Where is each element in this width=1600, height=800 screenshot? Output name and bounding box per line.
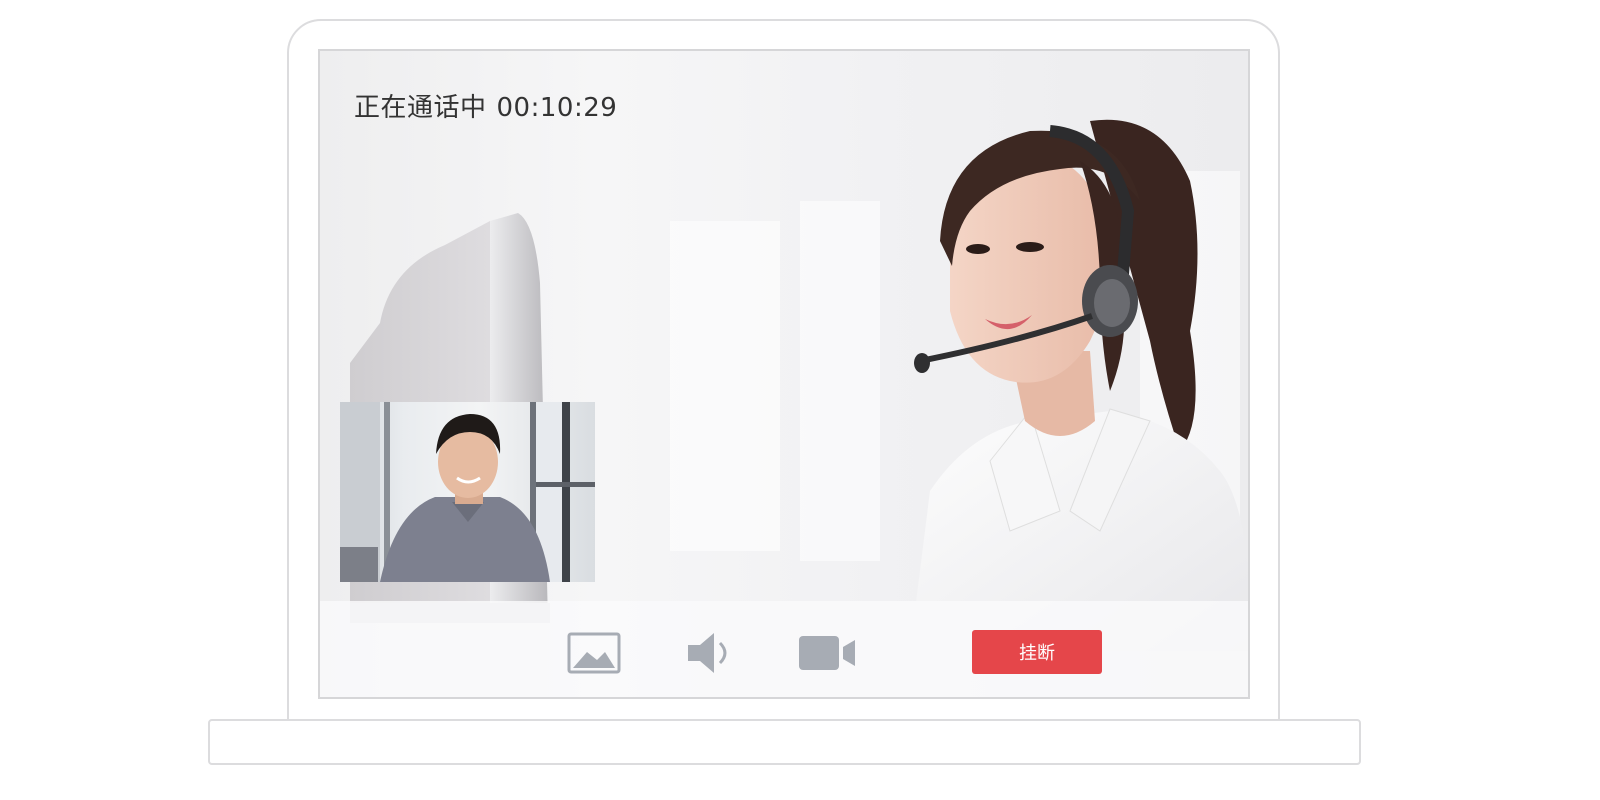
laptop-base [208, 719, 1361, 765]
hangup-button[interactable]: 挂断 [972, 630, 1102, 674]
video-call-screen: 正在通话中 00:10:29 挂断 [318, 49, 1250, 699]
call-duration: 00:10:29 [496, 93, 618, 123]
speaker-icon[interactable] [686, 631, 734, 675]
self-view-video[interactable] [340, 402, 595, 582]
caller-video-image [340, 402, 595, 582]
call-status-text: 正在通话中 00:10:29 [354, 87, 627, 124]
call-status-label: 正在通话中 [354, 93, 487, 123]
image-icon[interactable] [567, 631, 621, 675]
video-camera-icon[interactable] [799, 631, 855, 675]
background-window [670, 221, 780, 551]
agent-video-image [910, 119, 1248, 651]
call-toolbar: 挂断 [320, 601, 1248, 697]
